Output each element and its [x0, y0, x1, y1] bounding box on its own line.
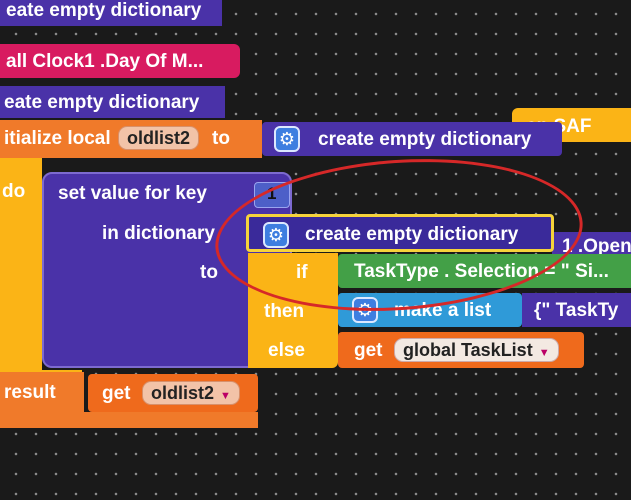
variable-name-text: oldlist2: [127, 128, 191, 148]
block-label: create empty dictionary: [318, 129, 532, 150]
block-label: all Clock1 .Day Of M...: [6, 51, 204, 72]
initialize-local-label: itialize local: [4, 128, 111, 149]
dropdown-value: oldlist2: [151, 383, 215, 403]
block-label: eate empty dictionary: [6, 0, 202, 21]
in-dictionary-label: in dictionary: [102, 223, 215, 244]
initialize-local-block[interactable]: itialize local oldlist2 to: [0, 120, 262, 158]
if-then-else-block[interactable]: if then else: [248, 253, 338, 368]
dropdown-value: global TaskList: [403, 340, 533, 360]
create-empty-dictionary-block[interactable]: ⚙ create empty dictionary: [262, 122, 562, 156]
local-variable-name[interactable]: oldlist2: [118, 126, 200, 150]
then-label: then: [264, 301, 305, 322]
oldlist2-dropdown[interactable]: oldlist2 ▼: [142, 381, 240, 405]
tasktype-selection-condition[interactable]: TaskType . Selection = " Si...: [338, 254, 631, 288]
do-label: do: [2, 181, 26, 202]
to-label: to: [212, 128, 230, 149]
get-label: get: [354, 340, 383, 361]
block-label: eate empty dictionary: [4, 92, 200, 113]
clock-day-of-month-call[interactable]: all Clock1 .Day Of M...: [0, 44, 240, 78]
create-empty-dictionary-top[interactable]: eate empty dictionary: [0, 0, 222, 26]
key-number: 1: [267, 184, 277, 203]
global-tasklist-dropdown[interactable]: global TaskList ▼: [394, 338, 559, 362]
gear-icon[interactable]: ⚙: [352, 297, 378, 323]
else-label: else: [268, 340, 305, 361]
condition-text: TaskType . Selection = " Si...: [354, 261, 609, 282]
get-label-2: get: [102, 383, 131, 404]
tasktype-dictionary-fragment[interactable]: {" TaskTy: [522, 293, 631, 327]
create-empty-dictionary-block-selected[interactable]: ⚙ create empty dictionary: [246, 214, 554, 252]
procedure-bottom-bar: [0, 412, 258, 428]
dropdown-arrow-icon: ▼: [538, 347, 550, 359]
get-oldlist2-block[interactable]: get oldlist2 ▼: [88, 374, 258, 412]
make-list-label: make a list: [394, 300, 492, 321]
result-socket-row: result: [0, 372, 84, 412]
do-body-rail: do: [0, 158, 42, 370]
tasktype-text: {" TaskTy: [534, 300, 619, 321]
dropdown-arrow-icon: ▼: [220, 390, 231, 402]
gear-icon[interactable]: ⚙: [263, 222, 289, 248]
to-label-2: to: [200, 262, 218, 283]
if-label: if: [296, 262, 308, 283]
gear-icon[interactable]: ⚙: [274, 126, 300, 152]
get-global-tasklist-block[interactable]: get global TaskList ▼: [338, 332, 584, 368]
result-label: result: [4, 382, 56, 403]
set-value-label: set value for key: [58, 183, 207, 204]
key-number-block[interactable]: 1: [254, 182, 290, 208]
create-empty-dictionary-second[interactable]: eate empty dictionary: [0, 86, 225, 118]
make-a-list-block[interactable]: ⚙ make a list: [338, 293, 522, 327]
block-label: create empty dictionary: [305, 224, 519, 245]
